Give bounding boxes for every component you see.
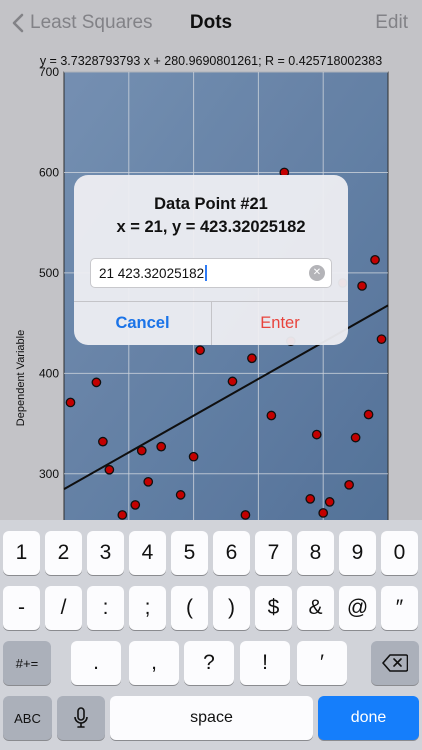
alert-message: x = 21, y = 423.32025182	[116, 218, 306, 236]
key-prime[interactable]: ′	[297, 641, 347, 685]
key-close-paren[interactable]: )	[213, 586, 250, 630]
key-open-paren[interactable]: (	[171, 586, 208, 630]
key-3[interactable]: 3	[87, 531, 124, 575]
key-symbols[interactable]: #+=	[3, 641, 51, 685]
key-8[interactable]: 8	[297, 531, 334, 575]
data-point-input[interactable]: 21 423.32025182 ✕	[90, 258, 332, 288]
numeric-keyboard: 1 2 3 4 5 6 7 8 9 0 - / : ; ( ) $ & @ ″ …	[0, 520, 422, 750]
key-0[interactable]: 0	[381, 531, 418, 575]
data-point-alert: Data Point #21 x = 21, y = 423.32025182 …	[74, 175, 348, 345]
key-ampersand[interactable]: &	[297, 586, 334, 630]
key-dictation[interactable]	[57, 696, 105, 740]
key-slash[interactable]: /	[45, 586, 82, 630]
key-minus[interactable]: -	[3, 586, 40, 630]
key-question[interactable]: ?	[184, 641, 234, 685]
key-9[interactable]: 9	[339, 531, 376, 575]
data-point-input-value: 21 423.32025182	[99, 265, 205, 281]
clear-icon[interactable]: ✕	[309, 265, 325, 281]
key-2[interactable]: 2	[45, 531, 82, 575]
key-comma[interactable]: ,	[129, 641, 179, 685]
key-abc[interactable]: ABC	[3, 696, 52, 740]
backspace-icon	[382, 654, 408, 672]
key-5[interactable]: 5	[171, 531, 208, 575]
key-exclamation[interactable]: !	[240, 641, 290, 685]
key-4[interactable]: 4	[129, 531, 166, 575]
key-1[interactable]: 1	[3, 531, 40, 575]
key-dollar[interactable]: $	[255, 586, 292, 630]
key-done[interactable]: done	[318, 696, 419, 740]
key-colon[interactable]: :	[87, 586, 124, 630]
text-cursor	[205, 265, 207, 281]
key-double-prime[interactable]: ″	[381, 586, 418, 630]
key-semicolon[interactable]: ;	[129, 586, 166, 630]
key-space[interactable]: space	[110, 696, 313, 740]
enter-button[interactable]: Enter	[212, 302, 348, 345]
alert-title: Data Point #21	[154, 195, 268, 213]
microphone-icon	[74, 707, 88, 728]
key-backspace[interactable]	[371, 641, 419, 685]
key-period[interactable]: .	[71, 641, 121, 685]
key-at[interactable]: @	[339, 586, 376, 630]
cancel-button[interactable]: Cancel	[74, 302, 211, 345]
key-6[interactable]: 6	[213, 531, 250, 575]
key-7[interactable]: 7	[255, 531, 292, 575]
screen: Least Squares Dots Edit y = 3.7328793793…	[0, 0, 422, 750]
